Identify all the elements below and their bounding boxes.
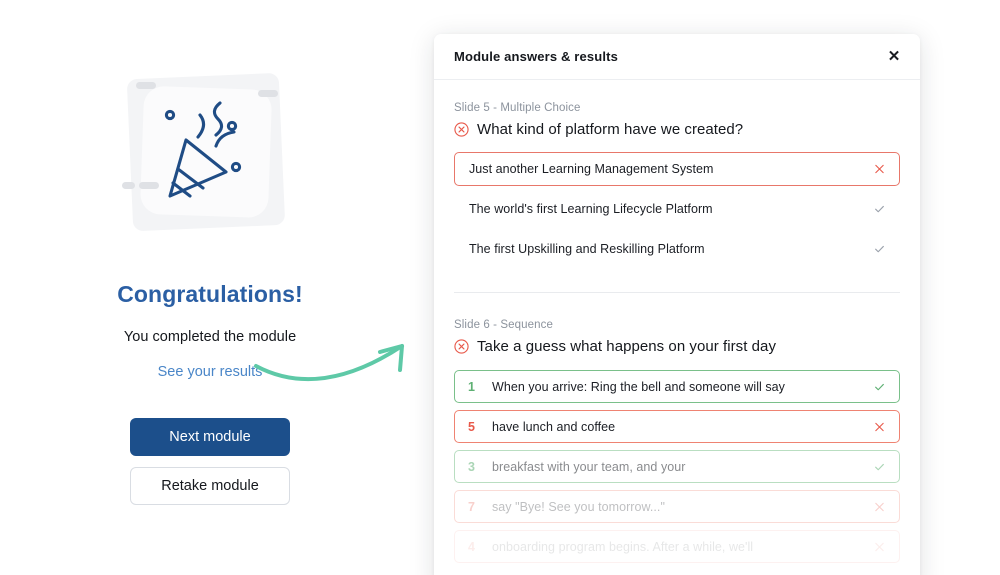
party-popper-illustration xyxy=(108,68,308,243)
check-icon xyxy=(875,383,884,390)
answer-list: Just another Learning Management System … xyxy=(454,152,900,266)
x-icon xyxy=(875,542,884,551)
panel-header: Module answers & results ✕ xyxy=(434,34,920,80)
check-icon xyxy=(875,463,884,470)
page-title: Congratulations! xyxy=(117,281,303,307)
answer-label: The world's first Learning Lifecycle Pla… xyxy=(469,202,713,216)
panel-title: Module answers & results xyxy=(454,49,618,64)
see-results-link[interactable]: See your results xyxy=(158,364,263,380)
answer-label: Just another Learning Management System xyxy=(469,162,714,176)
check-icon xyxy=(875,205,884,213)
question-text: What kind of platform have we created? xyxy=(477,121,744,138)
next-module-button[interactable]: Next module xyxy=(130,418,290,456)
completion-pane: Congratulations! You completed the modul… xyxy=(0,0,420,575)
sequence-row[interactable]: 7 say "Bye! See you tomorrow..." xyxy=(454,490,900,523)
sequence-number: 4 xyxy=(468,539,476,554)
completion-subtitle: You completed the module xyxy=(123,329,297,345)
sequence-list: 1 When you arrive: Ring the bell and som… xyxy=(454,370,900,563)
answer-option[interactable]: The world's first Learning Lifecycle Pla… xyxy=(454,192,900,226)
sequence-label: When you arrive: Ring the bell and someo… xyxy=(492,379,785,394)
sequence-row[interactable]: 3 breakfast with your team, and your xyxy=(454,450,900,483)
question-title-row: What kind of platform have we created? xyxy=(454,121,900,138)
sequence-number: 5 xyxy=(468,419,476,434)
question-block: Slide 5 - Multiple Choice What kind of p… xyxy=(454,102,900,266)
sequence-label: onboarding program begins. After a while… xyxy=(492,539,754,554)
question-title-row: Take a guess what happens on your first … xyxy=(454,338,900,355)
x-icon xyxy=(875,502,884,511)
sequence-label: say "Bye! See you tomorrow..." xyxy=(492,499,665,514)
sequence-label: have lunch and coffee xyxy=(492,419,616,434)
question-text: Take a guess what happens on your first … xyxy=(477,338,776,355)
circle-x-icon xyxy=(454,339,469,354)
app-root: Congratulations! You completed the modul… xyxy=(0,0,1000,575)
party-popper-icon xyxy=(122,73,285,231)
section-divider xyxy=(454,292,900,293)
x-icon xyxy=(875,422,884,431)
close-icon[interactable]: ✕ xyxy=(882,45,906,69)
sequence-label: breakfast with your team, and your xyxy=(492,459,686,474)
panel-body: Slide 5 - Multiple Choice What kind of p… xyxy=(434,80,920,575)
question-block: Slide 6 - Sequence Take a guess what hap… xyxy=(454,319,900,563)
sequence-number: 1 xyxy=(468,379,476,394)
circle-x-icon xyxy=(454,122,469,137)
sequence-row[interactable]: 5 have lunch and coffee xyxy=(454,410,900,443)
answer-option[interactable]: Just another Learning Management System xyxy=(454,152,900,186)
check-icon xyxy=(875,245,884,253)
results-panel: Module answers & results ✕ Slide 5 - Mul… xyxy=(434,34,920,575)
sequence-number: 3 xyxy=(468,459,476,474)
question-meta: Slide 6 - Sequence xyxy=(454,319,553,331)
sequence-row[interactable]: 4 onboarding program begins. After a whi… xyxy=(454,530,900,563)
answer-label: The first Upskilling and Reskilling Plat… xyxy=(469,242,705,256)
question-meta: Slide 5 - Multiple Choice xyxy=(454,102,581,114)
sequence-number: 7 xyxy=(468,499,476,514)
answer-option[interactable]: The first Upskilling and Reskilling Plat… xyxy=(454,232,900,266)
retake-module-button[interactable]: Retake module xyxy=(130,467,290,505)
x-icon xyxy=(875,164,884,174)
sequence-row[interactable]: 1 When you arrive: Ring the bell and som… xyxy=(454,370,900,403)
